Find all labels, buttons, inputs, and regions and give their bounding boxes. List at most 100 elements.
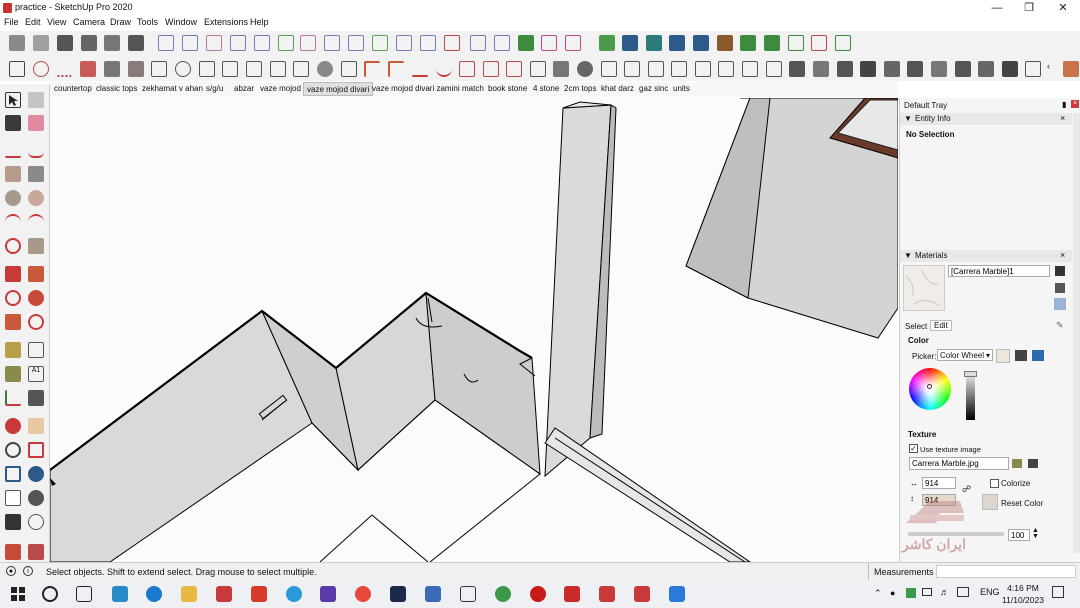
fillet-icon[interactable] xyxy=(396,35,412,51)
pan-icon[interactable] xyxy=(28,418,44,434)
scene-tab[interactable]: s/g/u xyxy=(203,84,226,93)
t2-32-icon[interactable] xyxy=(742,61,758,77)
menu-tools[interactable]: Tools xyxy=(137,17,158,27)
sample-paint-icon[interactable] xyxy=(1054,298,1066,310)
follow-me-icon[interactable] xyxy=(28,290,44,306)
edit-texture-icon[interactable] xyxy=(1028,459,1038,468)
scene-tab[interactable]: vaze mojod xyxy=(257,84,304,93)
scene-tab[interactable]: khat darz xyxy=(598,84,637,93)
match-color-icon[interactable] xyxy=(1015,350,1027,361)
zoom-extents-icon[interactable] xyxy=(5,466,21,482)
language-indicator[interactable]: ENG xyxy=(980,587,1000,597)
t2-36-icon[interactable] xyxy=(837,61,853,77)
pdf-icon[interactable] xyxy=(564,586,580,602)
t2-38-icon[interactable] xyxy=(884,61,900,77)
getting-started-icon[interactable] xyxy=(9,35,25,51)
t2-24-icon[interactable] xyxy=(553,61,569,77)
layout-icon[interactable] xyxy=(669,35,685,51)
bezier-icon[interactable] xyxy=(206,35,222,51)
scene-tab[interactable]: book stone xyxy=(485,84,530,93)
t2-08-icon[interactable] xyxy=(175,61,191,77)
create-material-icon[interactable] xyxy=(1055,266,1065,276)
app-blue-icon[interactable] xyxy=(669,586,685,602)
t2-41-icon[interactable] xyxy=(955,61,971,77)
house-icon[interactable] xyxy=(104,35,120,51)
t2-22-icon[interactable] xyxy=(506,61,522,77)
reset-color-swatch[interactable] xyxy=(982,494,998,510)
use-texture-checkbox[interactable]: ✓ xyxy=(909,444,918,453)
entity-info-header[interactable]: ▼ Entity Info × xyxy=(900,113,1072,125)
zoom-icon[interactable] xyxy=(5,442,21,458)
menu-extensions[interactable]: Extensions xyxy=(204,17,248,27)
battery-icon[interactable] xyxy=(957,587,969,597)
menu-view[interactable]: View xyxy=(47,17,66,27)
previous-view-icon[interactable] xyxy=(28,466,44,482)
task-view-icon[interactable] xyxy=(76,586,92,602)
geo-location-icon[interactable]: ● xyxy=(6,566,16,576)
home-icon[interactable] xyxy=(57,35,73,51)
stores-icon[interactable] xyxy=(128,35,144,51)
curve-tool-icon[interactable] xyxy=(182,35,198,51)
minimize-button[interactable]: — xyxy=(980,0,1014,16)
eraser-icon[interactable] xyxy=(28,92,44,108)
volume-icon[interactable]: ♬ xyxy=(940,587,949,597)
store-icon[interactable] xyxy=(460,586,476,602)
two-point-arc-icon[interactable] xyxy=(28,214,44,230)
circle-icon[interactable] xyxy=(5,190,21,206)
t2-01-icon[interactable] xyxy=(9,61,25,77)
vpn-tray-icon[interactable] xyxy=(906,588,916,598)
sketchup-2-icon[interactable] xyxy=(599,586,615,602)
extension-warehouse-icon[interactable] xyxy=(28,544,44,560)
pencil-icon[interactable] xyxy=(5,142,21,158)
globe-icon[interactable] xyxy=(495,586,511,602)
arc-tool-icon[interactable] xyxy=(158,35,174,51)
telegram-icon[interactable] xyxy=(286,586,302,602)
tool-e-icon[interactable] xyxy=(811,35,827,51)
restore-button[interactable]: ❐ xyxy=(1012,0,1046,16)
t2-19-icon[interactable] xyxy=(436,61,452,77)
tool-f-icon[interactable] xyxy=(835,35,851,51)
t2-35-icon[interactable] xyxy=(813,61,829,77)
materials-close-icon[interactable]: × xyxy=(1060,250,1065,260)
t2-05-icon[interactable] xyxy=(104,61,120,77)
arc-icon[interactable] xyxy=(278,35,294,51)
freehand-icon[interactable] xyxy=(28,142,44,158)
warehouse-icon[interactable] xyxy=(5,544,21,560)
t2-37-icon[interactable] xyxy=(860,61,876,77)
polygon-icon[interactable] xyxy=(494,35,510,51)
three-point-arc-icon[interactable] xyxy=(5,238,21,254)
arc-3-icon[interactable] xyxy=(420,35,436,51)
t2-20-icon[interactable] xyxy=(459,61,475,77)
component-icon[interactable] xyxy=(33,35,49,51)
scene-tab[interactable]: units xyxy=(670,84,693,93)
color-wheel[interactable] xyxy=(909,368,951,410)
close-button[interactable]: ✕ xyxy=(1046,0,1080,16)
arc-red-icon[interactable] xyxy=(444,35,460,51)
t2-39-icon[interactable] xyxy=(907,61,923,77)
t2-03-icon[interactable] xyxy=(56,61,72,77)
walk-icon[interactable] xyxy=(5,514,21,530)
arrow-curve-icon[interactable] xyxy=(565,35,581,51)
t2-10-icon[interactable] xyxy=(222,61,238,77)
texture-file-input[interactable] xyxy=(909,457,1009,470)
t2-09-icon[interactable] xyxy=(199,61,215,77)
tape-measure-icon[interactable] xyxy=(5,342,21,358)
scene-tab[interactable]: vaze mojod divari zamini xyxy=(369,84,463,93)
freehand-curve-icon[interactable] xyxy=(372,35,388,51)
polyline-icon[interactable] xyxy=(254,35,270,51)
offset-icon[interactable] xyxy=(28,314,44,330)
pin-icon[interactable]: ▮ xyxy=(1062,100,1066,109)
search-icon[interactable] xyxy=(42,586,58,602)
record-icon[interactable] xyxy=(530,586,546,602)
clock-date[interactable]: 11/10/2023 xyxy=(999,595,1047,605)
menu-edit[interactable]: Edit xyxy=(25,17,41,27)
t2-42-icon[interactable] xyxy=(978,61,994,77)
sketchup-icon[interactable] xyxy=(216,586,232,602)
rectangle-icon[interactable] xyxy=(5,166,21,182)
menu-file[interactable]: File xyxy=(4,17,19,27)
circle-curve-icon[interactable] xyxy=(324,35,340,51)
scene-tab[interactable]: zekhamat v ahan xyxy=(139,84,206,93)
t2-18-icon[interactable] xyxy=(412,61,428,77)
toolbar-overflow-icon[interactable]: ‹ xyxy=(1047,61,1057,77)
polygon-icon[interactable] xyxy=(28,190,44,206)
